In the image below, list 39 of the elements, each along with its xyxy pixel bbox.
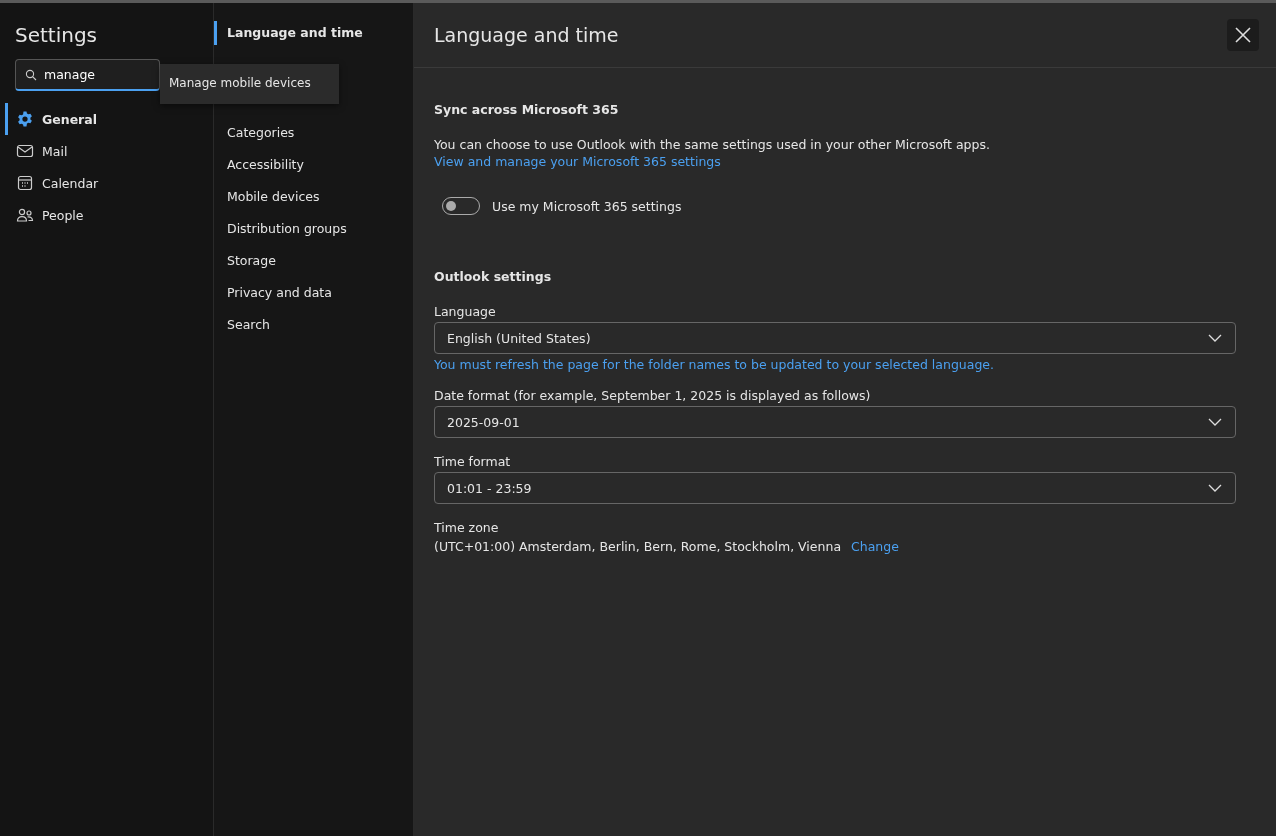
search-icon — [25, 69, 37, 81]
nav-item[interactable]: Mail — [5, 135, 213, 167]
section-heading: Sync across Microsoft 365 — [434, 102, 620, 117]
timezone-value: (UTC+01:00) Amsterdam, Berlin, Bern, Rome, Stockholm, Vienna — [434, 539, 842, 554]
close-icon — [1234, 26, 1252, 44]
people-icon — [16, 206, 34, 224]
close-button[interactable] — [1227, 19, 1259, 51]
toggle-label: Use my Microsoft 365 settings — [492, 198, 682, 214]
subnav-item[interactable]: Search — [214, 309, 413, 341]
chevron-down-icon — [1208, 334, 1222, 342]
panel-title: Language and time — [434, 24, 619, 46]
description-text: You can choose to use Outlook with the same settings used in your other Microsoft apps. — [434, 137, 991, 152]
dropdown[interactable]: English (United States) — [434, 322, 1236, 354]
subnav-item[interactable]: Privacy and data — [214, 277, 413, 309]
subnav-item[interactable]: Storage — [214, 245, 413, 277]
suggestion-tooltip[interactable]: Manage mobile devices — [160, 64, 339, 104]
subnav-item[interactable]: Distribution groups — [214, 213, 413, 245]
settings-title: Settings — [14, 23, 99, 47]
subnav-item[interactable]: Categories — [214, 117, 413, 149]
dropdown[interactable]: 01:01 - 23:59 — [434, 472, 1236, 504]
field-label: Language — [434, 304, 497, 319]
settings-link[interactable]: View and manage your Microsoft 365 settings — [434, 154, 1256, 169]
dropdown[interactable]: 2025-09-01 — [434, 406, 1236, 438]
search-field[interactable]: manage — [15, 59, 160, 91]
info-note: You must refresh the page for the folder names to be updated to your selected language. — [434, 357, 996, 372]
change-link[interactable]: Change — [851, 539, 899, 554]
mail-icon — [16, 142, 34, 160]
subnav-item[interactable]: Mobile devices — [214, 181, 413, 213]
field-label: Time format — [434, 454, 512, 469]
chevron-down-icon — [1208, 484, 1222, 492]
subnav-item[interactable]: Accessibility — [214, 149, 413, 181]
nav-item[interactable]: Calendar — [5, 167, 213, 199]
field-label: Time zone — [434, 520, 500, 535]
field-label: Date format (for example, September 1, 2025 is displayed as follows) — [434, 388, 872, 403]
chevron-down-icon — [1208, 418, 1222, 426]
section-heading: Outlook settings — [434, 269, 553, 284]
gear-icon — [16, 110, 34, 128]
nav-item[interactable]: People — [5, 199, 213, 231]
calendar-icon — [16, 174, 34, 192]
